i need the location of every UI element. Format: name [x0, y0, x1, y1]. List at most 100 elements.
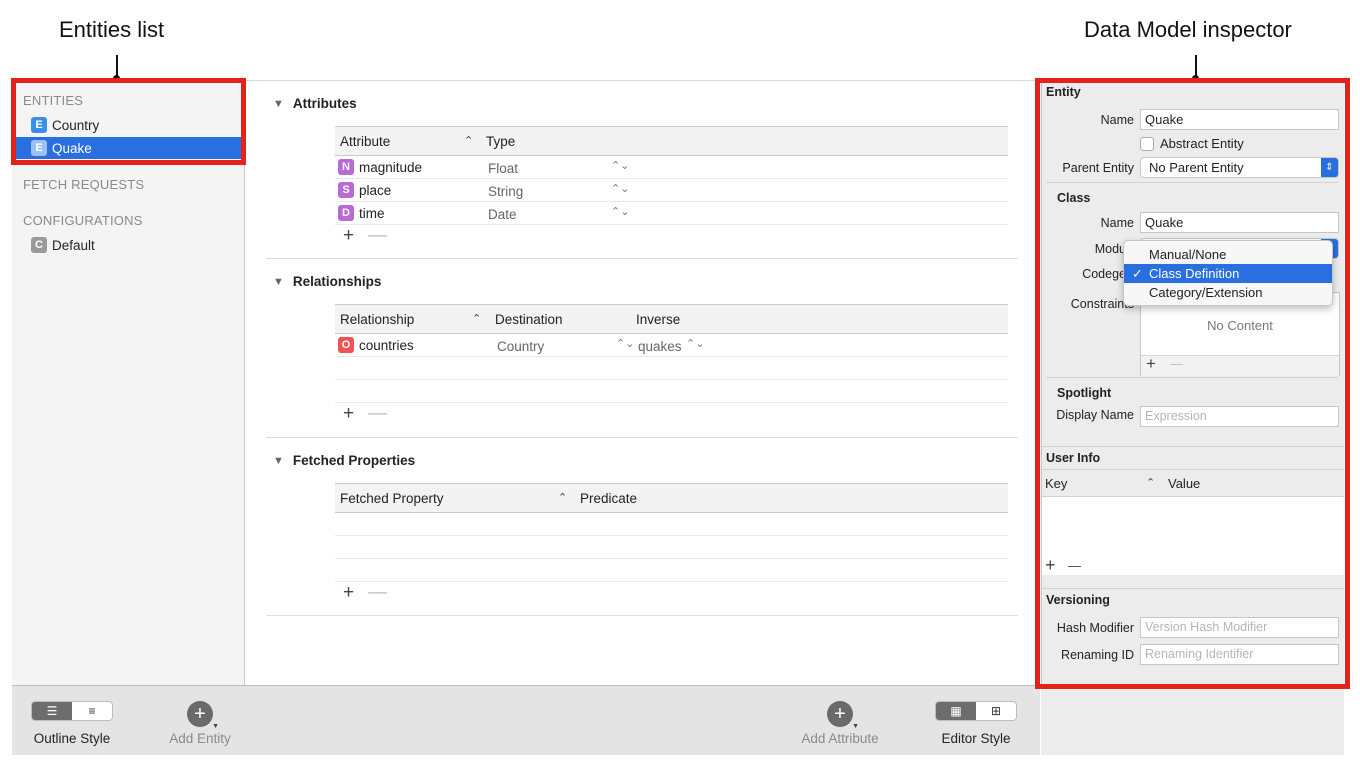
codegen-dropdown-menu: Manual/None ✓ Class Definition Category/… — [1123, 240, 1333, 306]
plus-icon[interactable]: + — [343, 225, 354, 246]
relationship-icon: O — [338, 337, 354, 353]
minus-icon[interactable]: — — [368, 582, 387, 603]
plus-icon[interactable]: + — [343, 403, 354, 424]
disclosure-triangle-icon[interactable]: ▼ — [273, 98, 284, 110]
fetched-properties-table-header: Fetched Property ⌃ Predicate — [335, 483, 1008, 513]
renaming-id-field[interactable]: Renaming Identifier — [1140, 644, 1339, 665]
table-row — [335, 357, 1008, 380]
attribute-type[interactable]: String — [488, 184, 523, 199]
column-header-relationship[interactable]: Relationship — [340, 312, 414, 327]
sidebar-item-default[interactable]: C Default — [12, 234, 243, 256]
table-row[interactable]: Ocountries Country ⌃⌄ quakes ⌃⌄ — [335, 334, 1008, 357]
disclosure-triangle-icon[interactable]: ▼ — [273, 455, 284, 467]
minus-icon[interactable]: — — [368, 403, 387, 424]
minus-icon[interactable]: — — [1170, 356, 1183, 371]
versioning-header: Versioning — [1046, 593, 1110, 607]
entities-list-callout: Entities list — [59, 17, 165, 42]
relationship-inverse[interactable]: quakes — [638, 339, 682, 354]
section-title-label: Relationships — [292, 274, 382, 289]
sort-ascending-icon[interactable]: ⌃ — [1146, 476, 1155, 489]
section-title-label: Attributes — [292, 96, 357, 111]
minus-icon[interactable]: — — [368, 225, 387, 246]
table-row[interactable]: Dtime Date ⌃⌄ — [335, 202, 1008, 225]
configurations-header: CONFIGURATIONS — [23, 213, 143, 228]
add-entity-label: Add Entity — [169, 731, 231, 746]
table-style-icon[interactable]: ▦ — [936, 702, 976, 720]
menu-item-category-extension[interactable]: Category/Extension — [1124, 283, 1332, 302]
inspector-separator — [1046, 377, 1338, 378]
outline-style-segmented-control[interactable]: ☰ ≡ — [31, 701, 113, 721]
updown-icon[interactable]: ⌃⌄ — [686, 337, 704, 350]
attribute-name[interactable]: place — [359, 183, 391, 198]
attributes-section-title[interactable]: ▼ Attributes — [273, 96, 357, 111]
editor-style-label: Editor Style — [941, 731, 1011, 746]
entities-header: ENTITIES — [23, 93, 84, 108]
entity-name-field[interactable]: Quake — [1140, 109, 1339, 130]
column-header-fetched-property[interactable]: Fetched Property — [340, 491, 444, 506]
abstract-entity-checkbox[interactable] — [1140, 137, 1154, 151]
module-label: Modu — [1094, 242, 1126, 256]
menu-item-class-definition[interactable]: ✓ Class Definition — [1124, 264, 1332, 283]
inspector-callout-line — [1195, 55, 1197, 77]
column-header-destination[interactable]: Destination — [495, 312, 563, 327]
hash-modifier-field[interactable]: Version Hash Modifier — [1140, 617, 1339, 638]
updown-icon[interactable]: ⌃⌄ — [611, 182, 629, 195]
class-name-field[interactable]: Quake — [1140, 212, 1339, 233]
plus-icon[interactable]: + — [343, 582, 354, 603]
relationship-destination[interactable]: Country — [497, 339, 544, 354]
add-attribute-label: Add Attribute — [801, 731, 879, 746]
inspector-bottom-area — [1041, 685, 1344, 755]
plus-icon[interactable]: + — [1045, 555, 1056, 576]
relationship-name[interactable]: countries — [359, 338, 414, 353]
editor-style-segmented-control[interactable]: ▦ ⊞ — [935, 701, 1017, 721]
attribute-name[interactable]: time — [359, 206, 385, 221]
table-row — [335, 536, 1008, 559]
plus-icon[interactable]: + — [1146, 354, 1156, 374]
fetched-properties-section-title[interactable]: ▼ Fetched Properties — [273, 453, 415, 468]
add-entity-button[interactable]: + ▼ — [187, 701, 219, 730]
updown-icon[interactable]: ⌃⌄ — [616, 337, 634, 350]
relationships-section-title[interactable]: ▼ Relationships — [273, 274, 381, 289]
disclosure-triangle-icon[interactable]: ▼ — [273, 276, 284, 288]
sidebar-item-country[interactable]: E Country — [12, 114, 243, 136]
user-info-list[interactable] — [1042, 497, 1344, 575]
add-attribute-button[interactable]: + ▼ — [827, 701, 859, 730]
sort-ascending-icon[interactable]: ⌃ — [558, 491, 567, 504]
inspector-separator — [1042, 588, 1344, 589]
renaming-id-label: Renaming ID — [1061, 648, 1134, 662]
model-editor: ▼ Attributes Attribute ⌃ Type Nmagnitude… — [246, 80, 1036, 685]
updown-icon[interactable]: ⌃⌄ — [611, 205, 629, 218]
sidebar-item-quake[interactable]: E Quake — [12, 137, 243, 159]
column-header-attribute[interactable]: Attribute — [340, 134, 390, 149]
column-header-key[interactable]: Key — [1045, 476, 1067, 491]
attribute-type[interactable]: Date — [488, 207, 517, 222]
parent-entity-popup[interactable]: No Parent Entity ⇕ — [1140, 157, 1339, 178]
hierarchical-list-icon[interactable]: ≡ — [72, 702, 112, 720]
spotlight-header: Spotlight — [1057, 386, 1112, 400]
sort-ascending-icon[interactable]: ⌃ — [472, 312, 481, 325]
entity-header: Entity — [1046, 85, 1081, 99]
table-row[interactable]: Splace String ⌃⌄ — [335, 179, 1008, 202]
menu-item-manual-none[interactable]: Manual/None — [1124, 245, 1332, 264]
menu-item-label: Class Definition — [1149, 266, 1240, 281]
graph-style-icon[interactable]: ⊞ — [976, 702, 1016, 720]
column-header-predicate[interactable]: Predicate — [580, 491, 637, 506]
attribute-name[interactable]: magnitude — [359, 160, 422, 175]
column-header-type[interactable]: Type — [486, 134, 515, 149]
table-row[interactable]: Nmagnitude Float ⌃⌄ — [335, 156, 1008, 179]
sort-ascending-icon[interactable]: ⌃ — [464, 134, 473, 147]
no-content-label: No Content — [1207, 318, 1273, 333]
minus-icon[interactable]: — — [1068, 558, 1081, 573]
attribute-type[interactable]: Float — [488, 161, 518, 176]
column-header-inverse[interactable]: Inverse — [636, 312, 680, 327]
display-name-field[interactable]: Expression — [1140, 406, 1339, 427]
table-row — [335, 380, 1008, 403]
column-header-value[interactable]: Value — [1168, 476, 1200, 491]
name-label: Name — [1100, 113, 1134, 127]
parent-entity-label: Parent Entity — [1062, 161, 1134, 175]
relationships-add-remove: + — — [343, 403, 387, 425]
entity-icon: E — [31, 117, 47, 133]
fetch-requests-header: FETCH REQUESTS — [23, 177, 145, 192]
updown-icon[interactable]: ⌃⌄ — [611, 159, 629, 172]
flat-list-icon[interactable]: ☰ — [32, 702, 72, 720]
